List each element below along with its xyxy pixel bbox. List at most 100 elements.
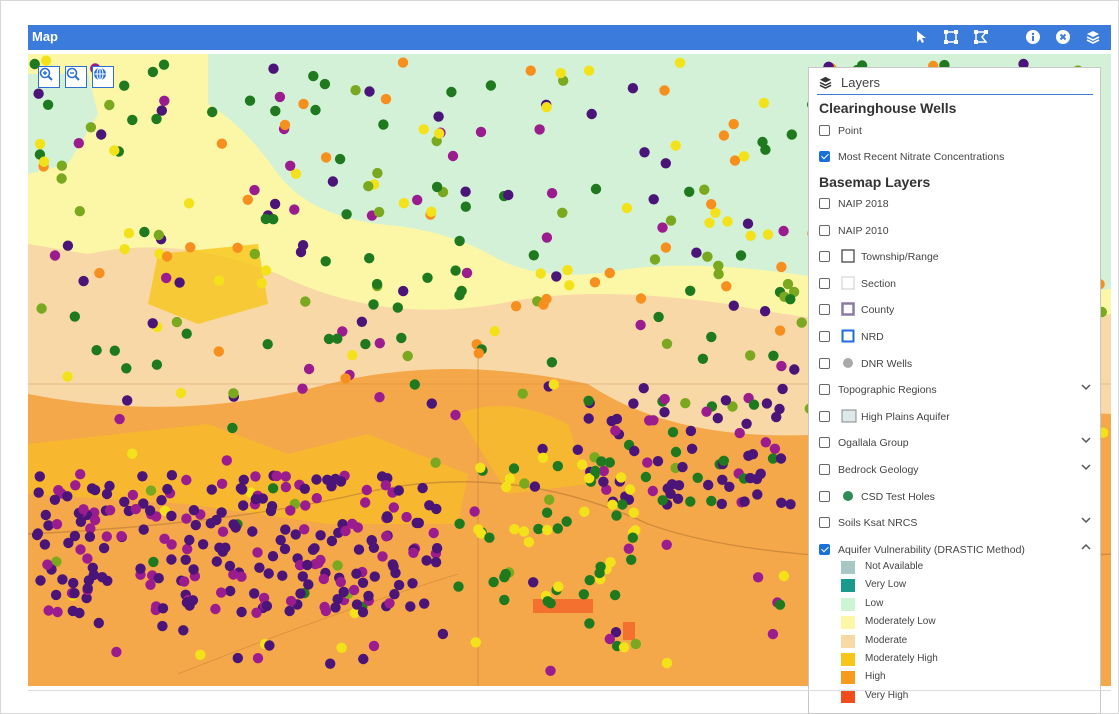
well-marker[interactable] bbox=[332, 560, 343, 571]
well-marker[interactable] bbox=[704, 217, 715, 228]
well-marker[interactable] bbox=[182, 543, 193, 555]
well-marker[interactable] bbox=[529, 481, 541, 492]
well-marker[interactable] bbox=[205, 518, 216, 529]
well-marker[interactable] bbox=[174, 277, 185, 288]
well-marker[interactable] bbox=[660, 242, 672, 253]
well-marker[interactable] bbox=[584, 575, 595, 586]
well-marker[interactable] bbox=[78, 275, 89, 287]
well-marker[interactable] bbox=[279, 543, 291, 555]
well-marker[interactable] bbox=[590, 465, 601, 477]
well-marker[interactable] bbox=[706, 495, 717, 507]
well-marker[interactable] bbox=[590, 183, 602, 195]
well-marker[interactable] bbox=[35, 575, 46, 586]
well-marker[interactable] bbox=[610, 425, 621, 436]
well-marker[interactable] bbox=[769, 443, 781, 454]
well-marker[interactable] bbox=[752, 489, 763, 500]
well-marker[interactable] bbox=[393, 579, 405, 591]
well-marker[interactable] bbox=[228, 519, 239, 530]
layer-row-township-range[interactable]: Township/Range bbox=[819, 248, 1095, 266]
well-marker[interactable] bbox=[692, 472, 703, 483]
well-marker[interactable] bbox=[426, 398, 437, 409]
well-marker[interactable] bbox=[185, 242, 196, 253]
layer-checkbox[interactable] bbox=[819, 198, 830, 209]
layers-icon[interactable] bbox=[1084, 28, 1102, 46]
well-marker[interactable] bbox=[735, 250, 747, 261]
well-marker[interactable] bbox=[228, 388, 239, 399]
well-marker[interactable] bbox=[236, 571, 247, 582]
well-marker[interactable] bbox=[148, 556, 159, 568]
well-marker[interactable] bbox=[626, 554, 637, 565]
layer-checkbox[interactable] bbox=[819, 464, 830, 475]
well-marker[interactable] bbox=[426, 206, 437, 217]
well-marker[interactable] bbox=[721, 281, 732, 292]
well-marker[interactable] bbox=[78, 504, 89, 515]
well-marker[interactable] bbox=[739, 496, 750, 507]
well-marker[interactable] bbox=[75, 544, 86, 555]
well-marker[interactable] bbox=[691, 247, 702, 258]
well-marker[interactable] bbox=[578, 589, 589, 600]
well-marker[interactable] bbox=[545, 665, 556, 676]
well-marker[interactable] bbox=[649, 254, 661, 265]
well-marker[interactable] bbox=[145, 579, 156, 590]
well-marker[interactable] bbox=[469, 506, 480, 517]
well-marker[interactable] bbox=[261, 600, 273, 612]
well-marker[interactable] bbox=[774, 325, 786, 336]
well-marker[interactable] bbox=[236, 606, 247, 618]
well-marker[interactable] bbox=[310, 104, 321, 116]
well-marker[interactable] bbox=[151, 359, 163, 370]
layer-checkbox[interactable] bbox=[819, 410, 830, 422]
well-marker[interactable] bbox=[747, 449, 759, 460]
well-marker[interactable] bbox=[418, 124, 429, 135]
well-marker[interactable] bbox=[484, 532, 495, 543]
well-marker[interactable] bbox=[350, 85, 361, 96]
well-marker[interactable] bbox=[606, 415, 617, 427]
well-marker[interactable] bbox=[119, 244, 130, 255]
well-marker[interactable] bbox=[629, 445, 640, 457]
well-marker[interactable] bbox=[179, 576, 190, 587]
well-marker[interactable] bbox=[583, 395, 594, 406]
well-marker[interactable] bbox=[607, 499, 618, 510]
well-marker[interactable] bbox=[181, 328, 192, 339]
well-marker[interactable] bbox=[357, 577, 369, 588]
well-marker[interactable] bbox=[396, 332, 407, 344]
well-marker[interactable] bbox=[618, 642, 630, 653]
well-marker[interactable] bbox=[300, 296, 311, 307]
well-marker[interactable] bbox=[518, 526, 530, 537]
well-marker[interactable] bbox=[85, 122, 97, 133]
well-marker[interactable] bbox=[244, 95, 256, 106]
well-marker[interactable] bbox=[499, 572, 510, 583]
layer-checkbox[interactable] bbox=[819, 543, 830, 555]
well-marker[interactable] bbox=[659, 407, 670, 418]
well-marker[interactable] bbox=[360, 497, 371, 508]
well-marker[interactable] bbox=[623, 543, 634, 554]
well-marker[interactable] bbox=[57, 574, 68, 585]
well-marker[interactable] bbox=[718, 130, 730, 141]
well-marker[interactable] bbox=[268, 63, 279, 74]
well-marker[interactable] bbox=[717, 474, 728, 485]
well-marker[interactable] bbox=[364, 86, 375, 97]
chevron-down-icon[interactable] bbox=[1081, 382, 1091, 395]
well-marker[interactable] bbox=[34, 471, 45, 482]
well-marker[interactable] bbox=[347, 350, 358, 361]
well-marker[interactable] bbox=[298, 98, 309, 110]
well-marker[interactable] bbox=[135, 563, 146, 574]
layer-checkbox[interactable] bbox=[819, 277, 830, 289]
well-marker[interactable] bbox=[300, 500, 311, 511]
well-marker[interactable] bbox=[553, 581, 564, 592]
well-marker[interactable] bbox=[561, 516, 572, 527]
select-polygon-icon[interactable] bbox=[972, 28, 990, 46]
layer-row-high-plains-aquifer[interactable]: High Plains Aquifer bbox=[819, 408, 1095, 426]
layer-checkbox[interactable] bbox=[819, 384, 830, 396]
well-marker[interactable] bbox=[680, 398, 691, 409]
well-marker[interactable] bbox=[453, 581, 464, 592]
well-marker[interactable] bbox=[299, 524, 310, 535]
well-marker[interactable] bbox=[249, 184, 260, 196]
well-marker[interactable] bbox=[745, 230, 756, 241]
well-marker[interactable] bbox=[594, 567, 605, 579]
well-marker[interactable] bbox=[285, 505, 296, 516]
well-marker[interactable] bbox=[789, 364, 800, 375]
well-marker[interactable] bbox=[33, 487, 44, 498]
well-marker[interactable] bbox=[685, 496, 696, 507]
well-marker[interactable] bbox=[320, 256, 331, 267]
well-marker[interactable] bbox=[327, 176, 339, 187]
